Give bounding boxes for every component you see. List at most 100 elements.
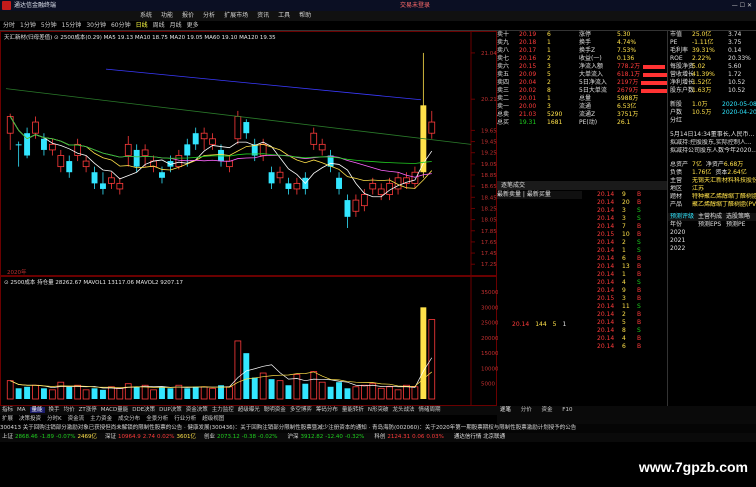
period-tab[interactable]: 分时 [3, 22, 15, 29]
menu-item[interactable]: 扩展市场 [224, 12, 248, 19]
level-volume: 5 [547, 71, 551, 78]
period-tab[interactable]: 5分钟 [41, 22, 57, 29]
sub-tab[interactable]: 全景分析 [146, 416, 168, 422]
indicator-tab[interactable]: 量能转折 [342, 407, 364, 413]
sell-level[interactable]: 卖二 20.01 1 [497, 95, 577, 103]
ticks-header[interactable]: 逐笔成交 [497, 181, 667, 190]
period-tab[interactable]: 更多 [187, 22, 199, 29]
sub-tab[interactable]: 成交分布 [118, 416, 140, 422]
sub-tab[interactable]: 主力资金 [90, 416, 112, 422]
indicator-tab[interactable]: 主力监控 [212, 407, 234, 413]
menu-item[interactable]: 报价 [182, 12, 194, 19]
quote-tabs[interactable]: 逐笔 分价 资金 F10 [497, 406, 756, 424]
indicator-tab[interactable]: DDE决策 [132, 407, 155, 413]
ladder-header: 最新卖量 | 最新买量 [497, 191, 582, 199]
sell-level[interactable]: 卖七 20.16 2 [497, 55, 577, 63]
indicator-tab[interactable]: 指标 [2, 407, 13, 413]
index-change: -12.40 [325, 434, 343, 440]
bs-vol2: 5 [552, 321, 557, 328]
tab-distribution[interactable]: 分价 [521, 407, 532, 413]
volume-axis-label: 10000 [481, 366, 498, 372]
index-quote[interactable]: 科创 2124.31 0.06 0.03% [374, 434, 446, 440]
price-chart-panel[interactable]: 天汇新材(归母差值) ⊙ 2500成本(0.29) MA5 19.13 MA10… [0, 31, 497, 277]
period-tab[interactable]: 30分钟 [86, 22, 106, 29]
period-tab[interactable]: 1分钟 [20, 22, 36, 29]
tick-price: 20.14 [597, 319, 615, 326]
indicator-tab[interactable]: DUP决策 [159, 407, 182, 413]
window-controls[interactable]: — ☐ ✕ [732, 0, 752, 11]
menu-item[interactable]: 工具 [278, 12, 290, 19]
indicator-tab[interactable]: 量能 [29, 407, 45, 413]
note-line[interactable]: 拟减持:控股股东,实际控制人... [668, 139, 756, 147]
sell-level[interactable]: 卖六 20.15 3 [497, 63, 577, 71]
price-axis-label: 18.45 [481, 195, 497, 201]
index-quote[interactable]: 深证 10964.9 2.74 0.02% 3601亿 [105, 434, 196, 440]
volume-bar [394, 389, 402, 400]
indicator-tab[interactable]: 资金决策 [186, 407, 208, 413]
menu-item[interactable]: 资讯 [257, 12, 269, 19]
indicator-tab[interactable]: MACD量能 [101, 407, 129, 413]
event-date: 2020-05-08 [722, 101, 756, 108]
menu-item[interactable]: 帮助 [299, 12, 311, 19]
indicator-tab[interactable]: MA [17, 407, 26, 413]
sell-level[interactable]: 卖四 20.04 2 [497, 79, 577, 87]
sub-tab[interactable]: 资金流 [68, 416, 85, 422]
period-tab[interactable]: 周线 [153, 22, 165, 29]
volume-bar [344, 388, 351, 399]
tick-volume: 11 [622, 303, 630, 310]
period-tab[interactable]: 15分钟 [62, 22, 82, 29]
indicator-tab[interactable]: 均价 [64, 407, 75, 413]
index-quote[interactable]: 创业 2073.12 -0.38 -0.02% [204, 434, 279, 440]
indicator-tab[interactable]: 聪明资金 [264, 407, 286, 413]
sub-tab[interactable]: 超级视图 [202, 416, 224, 422]
index-quote[interactable]: 沪深 3912.82 -12.40 -0.32% [287, 434, 366, 440]
sell-level[interactable]: 卖五 20.09 5 [497, 71, 577, 79]
fin-tab[interactable]: 选股策略 [726, 213, 750, 220]
sell-level[interactable]: 卖九 20.18 1 [497, 39, 577, 47]
indicator-tab[interactable]: ZT涨停 [79, 407, 97, 413]
level-label: 卖十 [497, 31, 510, 38]
indicator-tab[interactable]: 筹码分布 [316, 407, 338, 413]
menu-item[interactable]: 分析 [203, 12, 215, 19]
sub-tab[interactable]: 决策投资 [19, 416, 41, 422]
fund-value2: 1.72 [728, 71, 742, 78]
tab-ticks[interactable]: 逐笔 [500, 407, 511, 413]
indicator-tab[interactable]: 换手 [49, 407, 60, 413]
menu-item[interactable]: 功能 [161, 12, 173, 19]
news-ticker[interactable]: 300413 关于回购注销部分激励对象已获授但尚未解锁的限制性股票的公告 · 健… [0, 424, 756, 433]
sub-tab[interactable]: 分时K [47, 416, 62, 422]
indicator-tab[interactable]: 超级曝光 [238, 407, 260, 413]
fin-tab[interactable]: 预测评级 [670, 213, 694, 220]
candle-body [116, 182, 124, 190]
tab-f10[interactable]: F10 [562, 407, 572, 413]
indicator-tab[interactable]: N形突破 [368, 407, 389, 413]
tick-row: 20.14 7 B [597, 223, 667, 231]
note-line[interactable]: 拟减持公司股东人数今年2020... [668, 147, 756, 155]
sell-level[interactable]: 卖一 20.00 3 [497, 103, 577, 111]
indicator-tab[interactable]: 情绪周期 [419, 407, 441, 413]
sub-tab[interactable]: 行业分析 [174, 416, 196, 422]
period-tab[interactable]: 月线 [170, 22, 182, 29]
sell-level[interactable]: 卖八 20.17 1 [497, 47, 577, 55]
indicator-tab[interactable]: 龙头战法 [392, 407, 414, 413]
menu-item[interactable]: 系统 [140, 12, 152, 19]
note-line[interactable]: 5月14日14:34董事长,人民币... [668, 131, 756, 139]
volume-bar [32, 384, 39, 400]
sell-level[interactable]: 卖三 20.02 8 [497, 87, 577, 95]
period-tab[interactable]: 60分钟 [111, 22, 131, 29]
volume-bar [6, 380, 14, 400]
tab-fund[interactable]: 资金 [542, 407, 553, 413]
fin-value: 无锡天汇新材料科技股份... [692, 177, 756, 184]
tick-side: B [637, 191, 642, 198]
fund-value2: 10.52 [728, 79, 746, 86]
fin-tab[interactable]: 主营构成 [698, 213, 722, 220]
volume-chart-panel[interactable]: ⊙ 2500成本 持仓量 28262.67 MAVOL1 13117.06 MA… [0, 276, 498, 407]
sub-tab[interactable]: 扩展 [2, 416, 13, 422]
index-quote[interactable]: 上证 2868.46 -1.89 -0.07% 2469亿 [2, 434, 97, 440]
indicator-tab[interactable]: 多空博弈 [290, 407, 312, 413]
tick-price: 20.14 [597, 255, 615, 262]
period-tab[interactable]: 日线 [136, 22, 148, 29]
candle-body [377, 188, 385, 195]
sell-level[interactable]: 卖十 20.19 6 [497, 31, 577, 39]
login-status[interactable]: 交易未登录 [400, 0, 430, 11]
